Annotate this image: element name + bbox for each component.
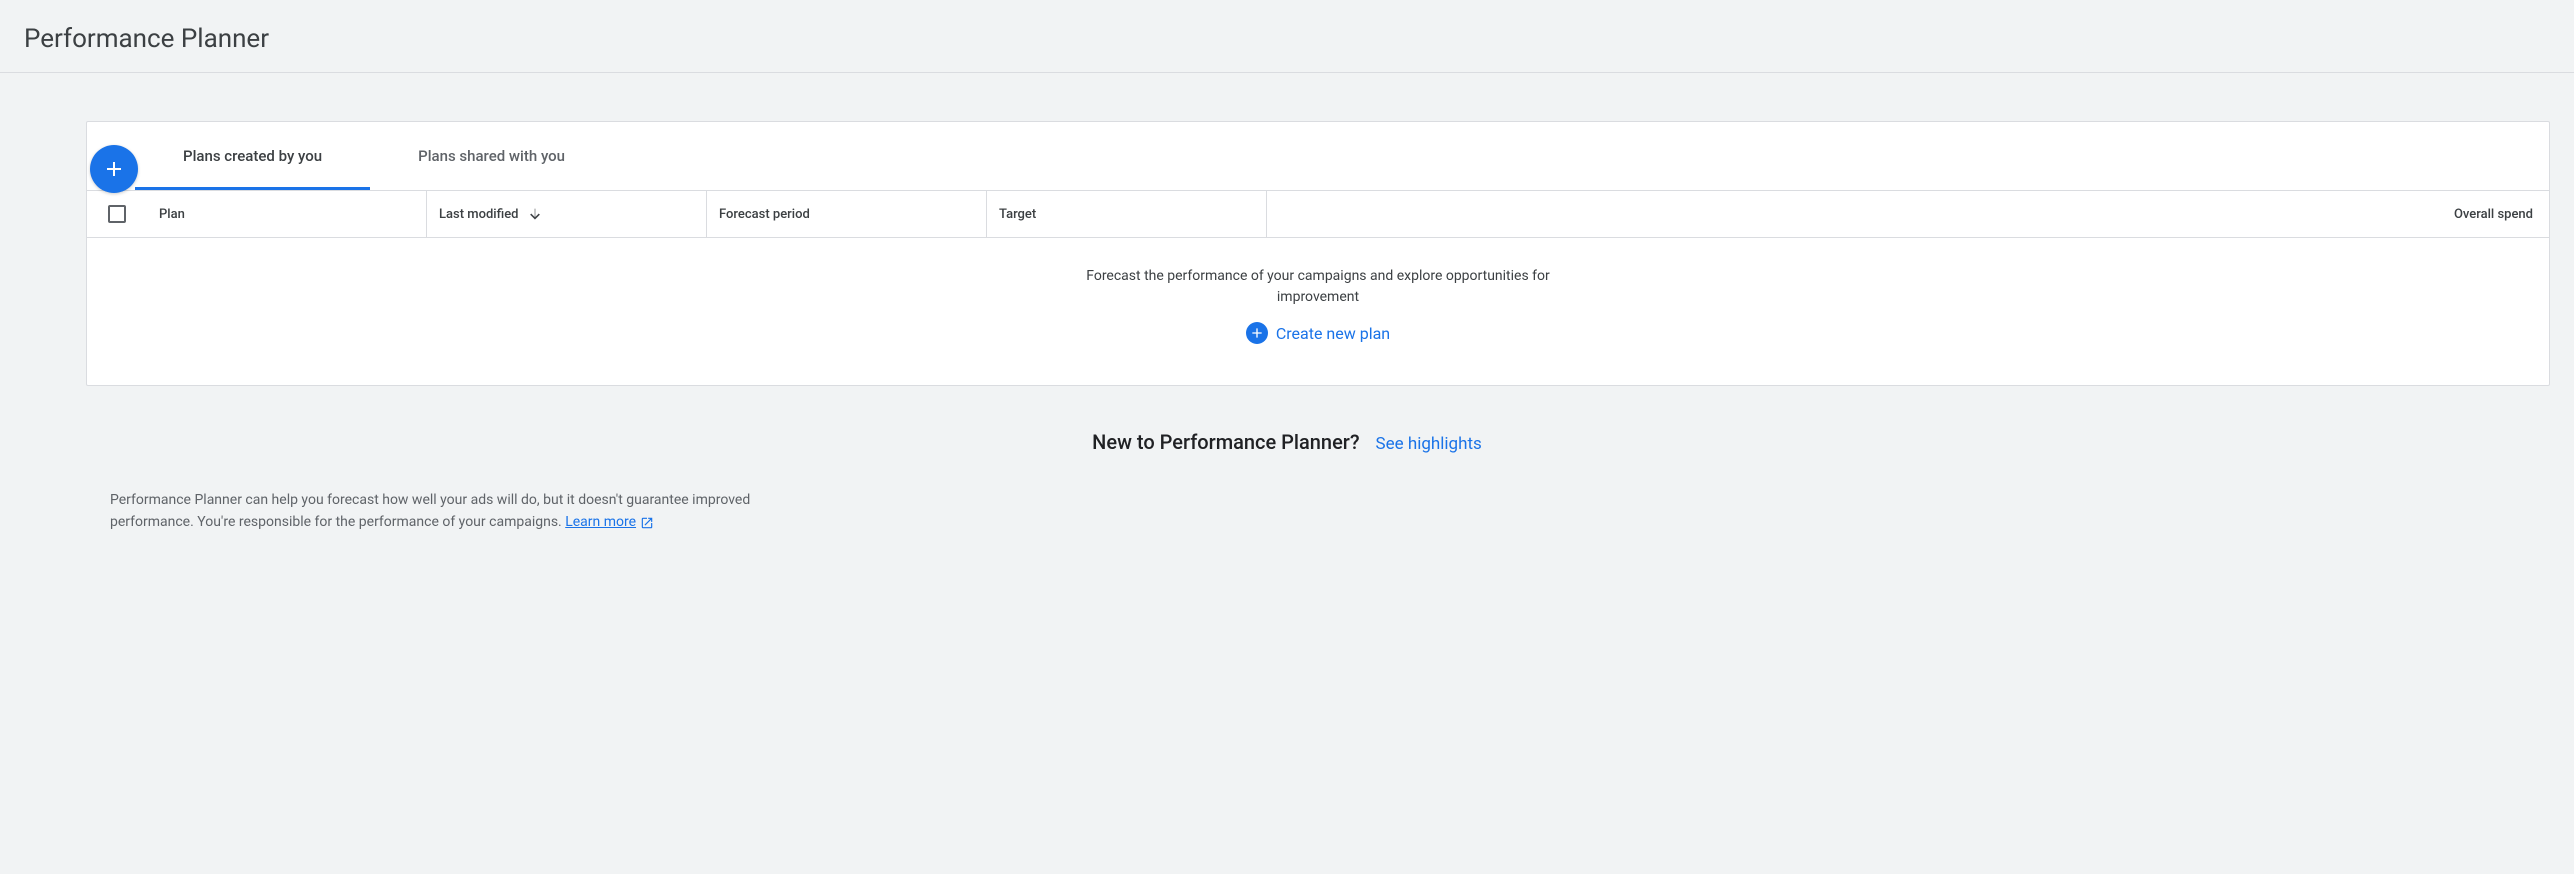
- column-label: Plan: [159, 207, 185, 222]
- arrow-down-icon: [527, 206, 543, 222]
- external-link-icon: [640, 516, 654, 530]
- empty-state-message: Forecast the performance of your campaig…: [1053, 266, 1583, 308]
- column-label: Last modified: [439, 207, 519, 222]
- column-header-forecast[interactable]: Forecast period: [707, 191, 987, 237]
- tab-label: Plans shared with you: [418, 147, 565, 165]
- column-label: Target: [999, 207, 1036, 222]
- create-new-plan-link[interactable]: Create new plan: [1246, 322, 1390, 344]
- see-highlights-link[interactable]: See highlights: [1376, 434, 1482, 454]
- page-title: Performance Planner: [24, 24, 2550, 54]
- page-header: Performance Planner: [0, 0, 2574, 73]
- column-label: Overall spend: [2454, 207, 2533, 222]
- plus-icon: [102, 157, 126, 181]
- tabs-row: Plans created by you Plans shared with y…: [87, 122, 2549, 190]
- column-header-target[interactable]: Target: [987, 191, 1267, 237]
- disclaimer-text: Performance Planner can help you forecas…: [110, 492, 750, 530]
- highlights-row: New to Performance Planner? See highligh…: [24, 386, 2550, 474]
- tab-plans-created[interactable]: Plans created by you: [135, 122, 370, 190]
- column-header-spend[interactable]: Overall spend: [1267, 191, 2549, 237]
- create-plan-fab[interactable]: [90, 145, 138, 193]
- tab-label: Plans created by you: [183, 147, 322, 165]
- learn-more-link[interactable]: Learn more: [565, 512, 654, 534]
- plus-circle-icon: [1246, 322, 1268, 344]
- tab-plans-shared[interactable]: Plans shared with you: [370, 122, 613, 190]
- column-checkbox: [87, 191, 147, 237]
- column-header-modified[interactable]: Last modified: [427, 191, 707, 237]
- disclaimer: Performance Planner can help you forecas…: [24, 474, 824, 557]
- content-area: Plans created by you Plans shared with y…: [0, 121, 2574, 557]
- column-label: Forecast period: [719, 207, 810, 222]
- plans-card: Plans created by you Plans shared with y…: [86, 121, 2550, 386]
- create-link-label: Create new plan: [1276, 324, 1390, 343]
- empty-state: Forecast the performance of your campaig…: [87, 238, 2549, 385]
- learn-more-label: Learn more: [565, 512, 636, 534]
- column-header-plan[interactable]: Plan: [147, 191, 427, 237]
- highlights-heading: New to Performance Planner?: [1092, 430, 1359, 454]
- select-all-checkbox[interactable]: [108, 205, 126, 223]
- table-header-row: Plan Last modified Forecast period Targe…: [87, 190, 2549, 238]
